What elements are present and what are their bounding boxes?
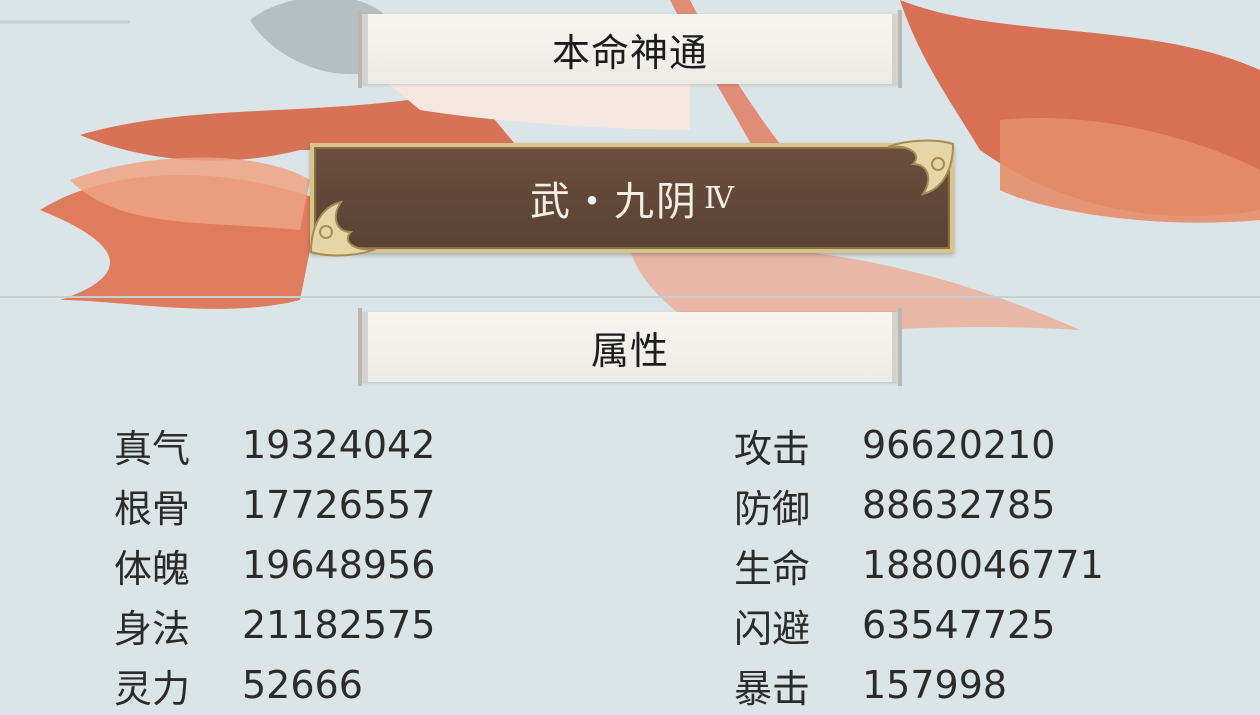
skill-name: 武・九阴 — [530, 179, 698, 225]
stat-value: 63547725 — [862, 603, 1056, 647]
stat-row: 闪避 63547725 — [734, 595, 1104, 655]
section-banner-innate-skill: 本命神通 — [358, 10, 902, 88]
stat-row: 身法 21182575 — [114, 595, 435, 655]
stat-row: 暴击 157998 — [734, 655, 1104, 715]
skill-name-plate[interactable]: 武・九阴 Ⅳ — [309, 139, 955, 257]
stat-row: 灵力 52666 — [114, 655, 435, 715]
stat-value: 88632785 — [862, 483, 1056, 527]
stat-label: 攻击 — [734, 426, 811, 471]
stat-value: 21182575 — [242, 603, 436, 647]
stat-value: 52666 — [242, 663, 363, 707]
stat-row: 体魄 19648956 — [114, 535, 435, 595]
attribute-list-left: 真气 19324042 根骨 17726557 体魄 19648956 身法 2… — [114, 415, 435, 715]
stat-label: 生命 — [734, 546, 811, 591]
stat-label: 暴击 — [734, 666, 811, 711]
stat-value: 96620210 — [862, 423, 1056, 467]
banner-title: 本命神通 — [551, 30, 708, 75]
stat-row: 攻击 96620210 — [734, 415, 1104, 475]
stat-label: 体魄 — [114, 546, 191, 591]
corner-ornament-icon — [309, 200, 377, 257]
stat-label: 防御 — [734, 486, 811, 531]
stat-label: 灵力 — [114, 666, 191, 711]
banner-title: 属性 — [590, 328, 669, 373]
stat-row: 真气 19324042 — [114, 415, 435, 475]
stat-value: 19648956 — [242, 543, 436, 587]
stat-value: 17726557 — [242, 483, 436, 527]
stat-value: 157998 — [862, 663, 1008, 707]
corner-ornament-icon — [887, 139, 955, 196]
stat-label: 真气 — [114, 426, 191, 471]
stat-value: 1880046771 — [862, 543, 1104, 587]
stat-row: 防御 88632785 — [734, 475, 1104, 535]
stat-row: 生命 1880046771 — [734, 535, 1104, 595]
stat-label: 根骨 — [114, 486, 191, 531]
stat-label: 身法 — [114, 606, 191, 651]
stat-row: 根骨 17726557 — [114, 475, 435, 535]
skill-rank: Ⅳ — [704, 180, 734, 216]
stat-label: 闪避 — [734, 606, 811, 651]
stat-value: 19324042 — [242, 423, 436, 467]
section-banner-attributes: 属性 — [358, 308, 902, 386]
attribute-list-right: 攻击 96620210 防御 88632785 生命 1880046771 闪避… — [734, 415, 1104, 715]
